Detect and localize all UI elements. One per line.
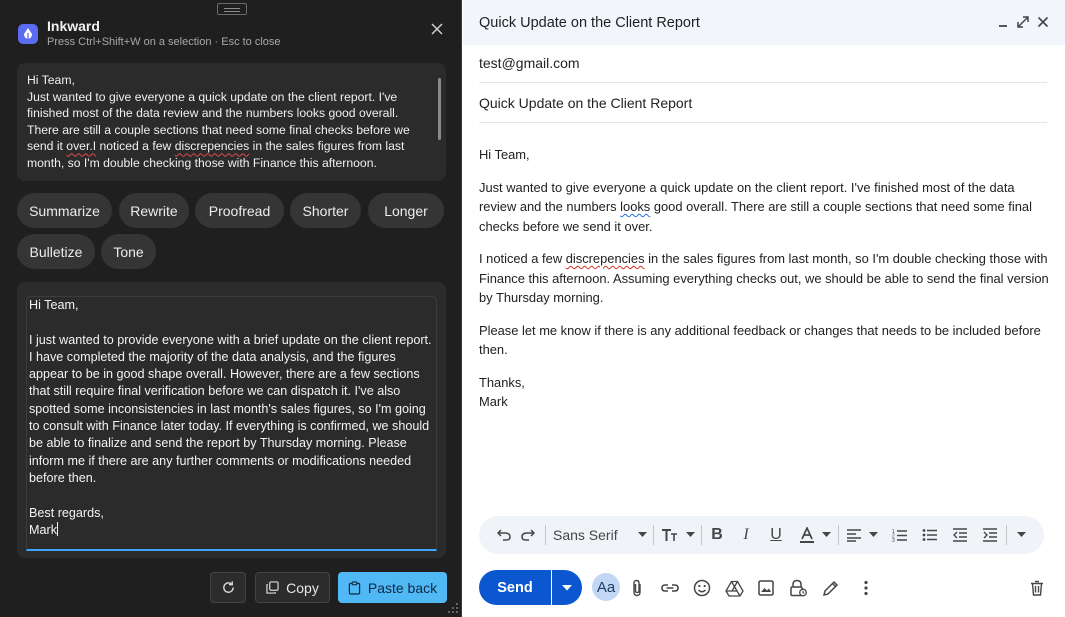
indent-more-icon[interactable] bbox=[981, 525, 999, 545]
text-size-icon[interactable] bbox=[661, 525, 695, 545]
formatting-options-button[interactable]: Aa bbox=[592, 573, 620, 601]
result-editor[interactable]: Hi Team, I just wanted to provide everyo… bbox=[26, 296, 437, 551]
paragraph-3: Please let me know if there is any addit… bbox=[479, 322, 1041, 358]
divider bbox=[701, 525, 702, 545]
longer-button[interactable]: Longer bbox=[368, 193, 444, 228]
shorter-button[interactable]: Shorter bbox=[290, 193, 361, 228]
text-color-icon[interactable] bbox=[799, 525, 831, 545]
source-text: Hi Team, Just wanted to give everyone a … bbox=[27, 73, 410, 170]
signature-name: Mark bbox=[479, 394, 508, 409]
formatting-toolbar: Sans Serif B I U 123 bbox=[479, 516, 1044, 554]
tone-button[interactable]: Tone bbox=[101, 234, 156, 269]
inkward-panel: Inkward Press Ctrl+Shift+W on a selectio… bbox=[0, 0, 462, 617]
rewrite-button[interactable]: Rewrite bbox=[119, 193, 189, 228]
message-body[interactable]: Hi Team, Just wanted to give everyone a … bbox=[479, 145, 1051, 412]
photo-icon[interactable] bbox=[755, 577, 777, 599]
svg-text:3: 3 bbox=[892, 538, 895, 542]
undo-icon[interactable] bbox=[495, 525, 513, 545]
regenerate-button[interactable] bbox=[210, 572, 246, 603]
spelling-flag[interactable]: discrepencies bbox=[566, 251, 645, 266]
compose-title: Quick Update on the Client Report bbox=[479, 15, 700, 31]
font-selector[interactable]: Sans Serif bbox=[553, 525, 647, 545]
emoji-icon[interactable] bbox=[691, 577, 713, 599]
compose-window: Quick Update on the Client Report test@g… bbox=[463, 0, 1065, 617]
drive-icon[interactable] bbox=[723, 577, 745, 599]
summarize-button[interactable]: Summarize bbox=[17, 193, 112, 228]
minimize-icon[interactable] bbox=[995, 14, 1011, 30]
link-icon[interactable] bbox=[659, 577, 681, 599]
source-scrollbar[interactable] bbox=[438, 78, 441, 140]
more-formatting-icon[interactable] bbox=[1014, 525, 1028, 545]
refresh-icon bbox=[221, 580, 236, 595]
shortcut-hint: Press Ctrl+Shift+W on a selection · Esc … bbox=[47, 36, 281, 48]
subject-value: Quick Update on the Client Report bbox=[479, 94, 693, 111]
more-options-icon[interactable] bbox=[855, 577, 877, 599]
divider bbox=[653, 525, 654, 545]
confidential-icon[interactable] bbox=[787, 577, 809, 599]
bullet-list-icon[interactable] bbox=[921, 525, 939, 545]
inkward-logo-icon bbox=[18, 24, 38, 44]
chevron-down-icon bbox=[562, 584, 572, 591]
recipients-field[interactable]: test@gmail.com bbox=[479, 43, 1047, 83]
divider bbox=[838, 525, 839, 545]
closing: Thanks, bbox=[479, 374, 525, 390]
font-name: Sans Serif bbox=[553, 527, 618, 543]
resize-grip[interactable] bbox=[446, 601, 459, 614]
schedule-send-dropdown[interactable] bbox=[552, 570, 582, 605]
copy-button[interactable]: Copy bbox=[255, 572, 330, 603]
bold-icon[interactable]: B bbox=[709, 525, 725, 545]
divider bbox=[545, 525, 546, 545]
send-button[interactable]: Send bbox=[479, 570, 551, 605]
recipient: test@gmail.com bbox=[479, 54, 580, 71]
source-text-box[interactable]: Hi Team, Just wanted to give everyone a … bbox=[17, 63, 446, 181]
text-caret bbox=[57, 521, 58, 536]
bulletize-button[interactable]: Bulletize bbox=[17, 234, 95, 269]
align-icon[interactable] bbox=[846, 525, 878, 545]
italic-icon[interactable]: I bbox=[738, 525, 754, 545]
app-title: Inkward bbox=[47, 18, 100, 34]
copy-label: Copy bbox=[286, 579, 319, 596]
paste-icon bbox=[348, 580, 361, 595]
drag-handle[interactable] bbox=[217, 3, 247, 15]
greeting: Hi Team, bbox=[479, 147, 530, 162]
paste-back-label: Paste back bbox=[367, 579, 438, 596]
chevron-down-icon bbox=[638, 532, 647, 538]
indent-less-icon[interactable] bbox=[951, 525, 969, 545]
result-text: Hi Team, I just wanted to provide everyo… bbox=[29, 298, 432, 537]
grammar-flag[interactable]: looks bbox=[620, 199, 650, 214]
numbered-list-icon[interactable]: 123 bbox=[891, 525, 909, 545]
redo-icon[interactable] bbox=[519, 525, 537, 545]
expand-icon[interactable] bbox=[1015, 14, 1031, 30]
paragraph-1: Just wanted to give everyone a quick upd… bbox=[479, 179, 1032, 234]
trash-icon[interactable] bbox=[1026, 577, 1048, 599]
result-box: Hi Team, I just wanted to provide everyo… bbox=[17, 282, 446, 558]
signature-icon[interactable] bbox=[819, 577, 841, 599]
proofread-button[interactable]: Proofread bbox=[195, 193, 284, 228]
close-compose-icon[interactable] bbox=[1035, 14, 1051, 30]
compose-header: Quick Update on the Client Report bbox=[463, 0, 1065, 45]
subject-field[interactable]: Quick Update on the Client Report bbox=[479, 83, 1047, 123]
close-icon[interactable] bbox=[428, 20, 446, 38]
underline-icon[interactable]: U bbox=[768, 525, 784, 545]
attach-icon[interactable] bbox=[626, 577, 648, 599]
paste-back-button[interactable]: Paste back bbox=[338, 572, 447, 603]
divider bbox=[1006, 525, 1007, 545]
copy-icon bbox=[266, 581, 279, 594]
paragraph-2: I noticed a few discrepencies in the sal… bbox=[479, 251, 1049, 305]
